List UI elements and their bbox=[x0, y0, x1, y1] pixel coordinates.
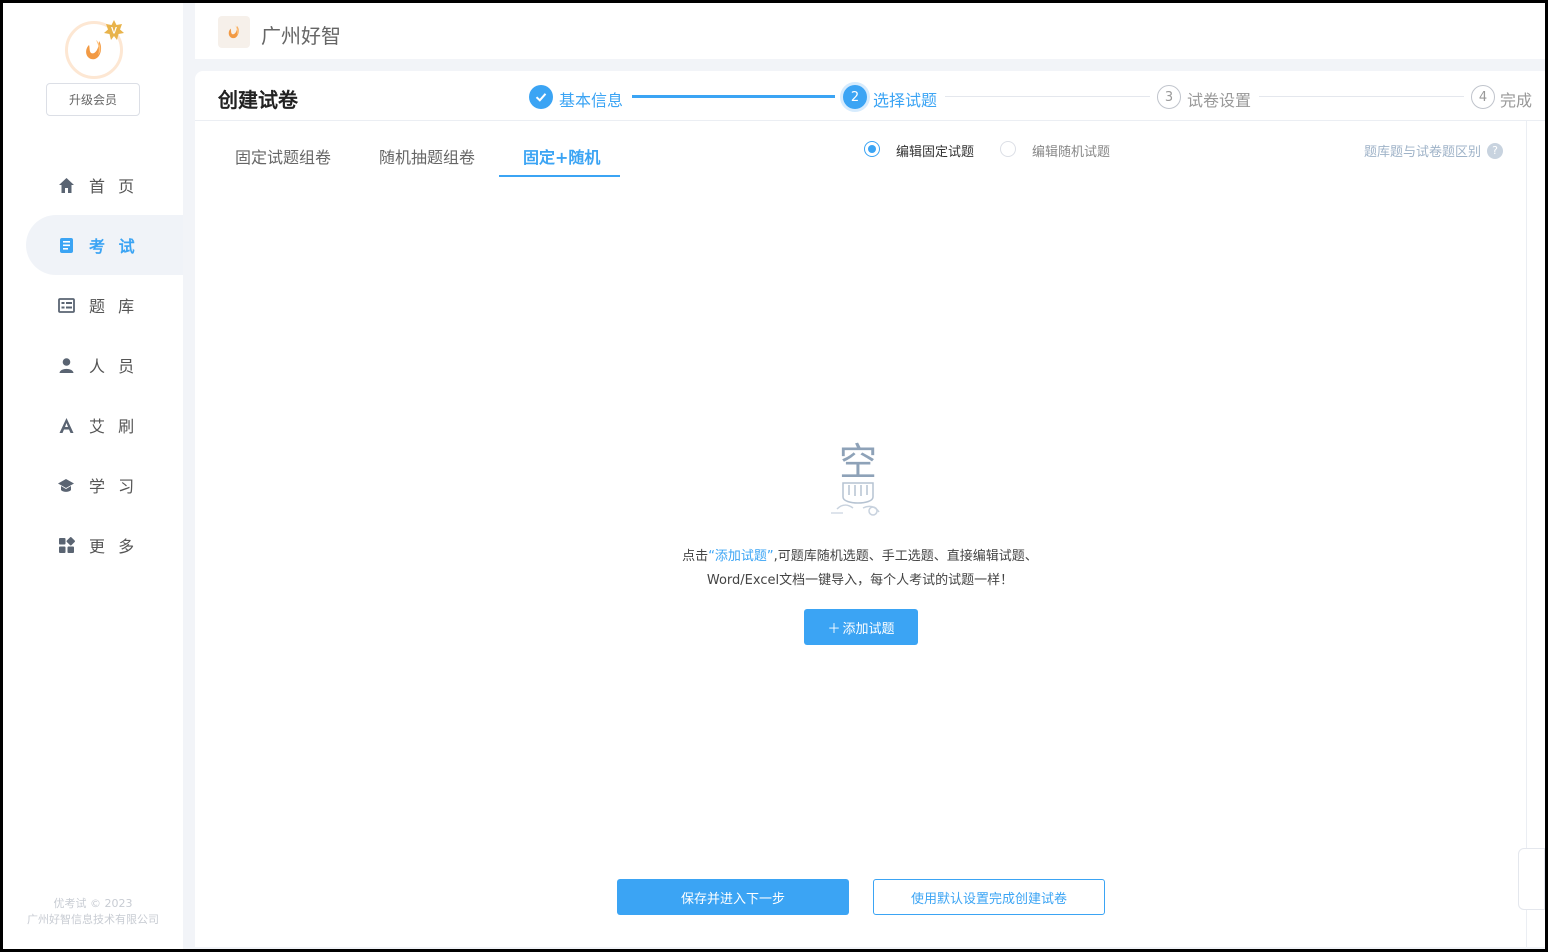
sidebar-item-label: 更 多 bbox=[89, 537, 139, 556]
sidebar: V 升级会员 首 页 考 试 题 库 人 员 艾 刷 学 习 更 多 优考试 ©… bbox=[3, 3, 183, 949]
header-divider bbox=[195, 120, 1545, 121]
radio-edit-random-label[interactable]: 编辑随机试题 bbox=[1032, 141, 1110, 160]
desc-prefix: 点击 bbox=[682, 549, 709, 564]
empty-art-glyph: 空 bbox=[839, 440, 877, 484]
company-name: 广州好智 bbox=[261, 24, 341, 48]
footer-copyright: 优考试 © 2023 bbox=[53, 897, 133, 910]
sidebar-item-question-bank[interactable]: 题 库 bbox=[3, 275, 183, 335]
default-create-button[interactable]: 使用默认设置完成创建试卷 bbox=[873, 879, 1105, 915]
scrollbar-track bbox=[1526, 121, 1527, 947]
floating-side-tab[interactable] bbox=[1518, 848, 1545, 910]
help-link[interactable]: 题库题与试卷题区别 ? bbox=[1364, 141, 1503, 160]
plus-icon: ＋ bbox=[827, 621, 841, 637]
company-logo bbox=[218, 16, 250, 48]
user-icon bbox=[57, 356, 75, 374]
svg-text:V: V bbox=[111, 26, 117, 36]
grid-more-icon bbox=[57, 536, 75, 554]
empty-description-line1: 点击“添加试题”,可题库随机选题、手工选题、直接编辑试题、 bbox=[195, 545, 1525, 564]
home-icon bbox=[57, 176, 75, 194]
step-2-circle: 2 bbox=[843, 85, 867, 109]
graduation-cap-icon bbox=[57, 476, 75, 494]
letter-a-icon bbox=[57, 416, 75, 434]
step-4-label: 完成 bbox=[1500, 91, 1533, 110]
empty-description-line2: Word/Excel文档一键导入，每个人考试的试题一样！ bbox=[706, 573, 1014, 588]
vip-badge-icon: V bbox=[104, 20, 124, 40]
step-1-check-icon bbox=[529, 85, 553, 109]
tab-fixed-questions[interactable]: 固定试题组卷 bbox=[235, 144, 331, 168]
sidebar-item-label: 首 页 bbox=[89, 177, 139, 196]
step-line-3 bbox=[1259, 96, 1464, 97]
exam-book-icon bbox=[57, 236, 75, 254]
step-3-circle: 3 bbox=[1157, 85, 1181, 109]
step-4-circle: 4 bbox=[1471, 85, 1495, 109]
step-line-1 bbox=[632, 95, 835, 98]
desc-add-link[interactable]: “添加试题” bbox=[708, 549, 773, 564]
step-3-label: 试卷设置 bbox=[1187, 91, 1252, 110]
sidebar-nav: 首 页 考 试 题 库 人 员 艾 刷 学 习 更 多 bbox=[3, 155, 183, 575]
sidebar-item-people[interactable]: 人 员 bbox=[3, 335, 183, 395]
sidebar-item-home[interactable]: 首 页 bbox=[3, 155, 183, 215]
sidebar-item-exam[interactable]: 考 试 bbox=[26, 215, 183, 275]
page-title: 创建试卷 bbox=[218, 88, 298, 112]
radio-edit-fixed-label[interactable]: 编辑固定试题 bbox=[896, 141, 974, 160]
radio-edit-fixed[interactable] bbox=[864, 141, 880, 157]
save-next-button[interactable]: 保存并进入下一步 bbox=[617, 879, 849, 915]
sidebar-item-label: 艾 刷 bbox=[89, 417, 139, 436]
brand-logo-icon bbox=[228, 25, 239, 39]
sidebar-item-label: 学 习 bbox=[89, 477, 139, 496]
help-link-text: 题库题与试卷题区别 bbox=[1363, 145, 1481, 160]
main-card: 创建试卷 基本信息 2 选择试题 3 试卷设置 4 完成 固定试题组卷 随机抽题… bbox=[195, 71, 1545, 947]
tab-random-questions[interactable]: 随机抽题组卷 bbox=[379, 144, 475, 168]
sidebar-item-label: 题 库 bbox=[89, 297, 139, 316]
sidebar-item-more[interactable]: 更 多 bbox=[3, 515, 183, 575]
step-line-2 bbox=[945, 96, 1150, 97]
sidebar-item-learn[interactable]: 学 习 bbox=[3, 455, 183, 515]
tab-fixed-plus-random[interactable]: 固定+随机 bbox=[523, 144, 600, 168]
sidebar-item-aishua[interactable]: 艾 刷 bbox=[3, 395, 183, 455]
radio-edit-random[interactable] bbox=[1000, 141, 1016, 157]
sidebar-item-label: 考 试 bbox=[89, 237, 139, 256]
active-tab-indicator bbox=[499, 175, 620, 177]
desc-suffix: ,可题库随机选题、手工选题、直接编辑试题、 bbox=[773, 549, 1038, 564]
question-bank-icon bbox=[57, 296, 75, 314]
upgrade-member-button[interactable]: 升级会员 bbox=[46, 83, 140, 116]
add-question-label: 添加试题 bbox=[842, 621, 895, 637]
step-1-label: 基本信息 bbox=[559, 91, 624, 110]
empty-illustration: 空 bbox=[823, 439, 893, 523]
sidebar-item-label: 人 员 bbox=[89, 357, 139, 376]
question-mark-icon: ? bbox=[1487, 142, 1503, 159]
step-2-label: 选择试题 bbox=[873, 91, 938, 110]
top-bar: 广州好智 bbox=[195, 3, 1545, 59]
footer-company: 广州好智信息技术有限公司 bbox=[27, 913, 159, 926]
add-question-button[interactable]: ＋添加试题 bbox=[804, 609, 918, 645]
